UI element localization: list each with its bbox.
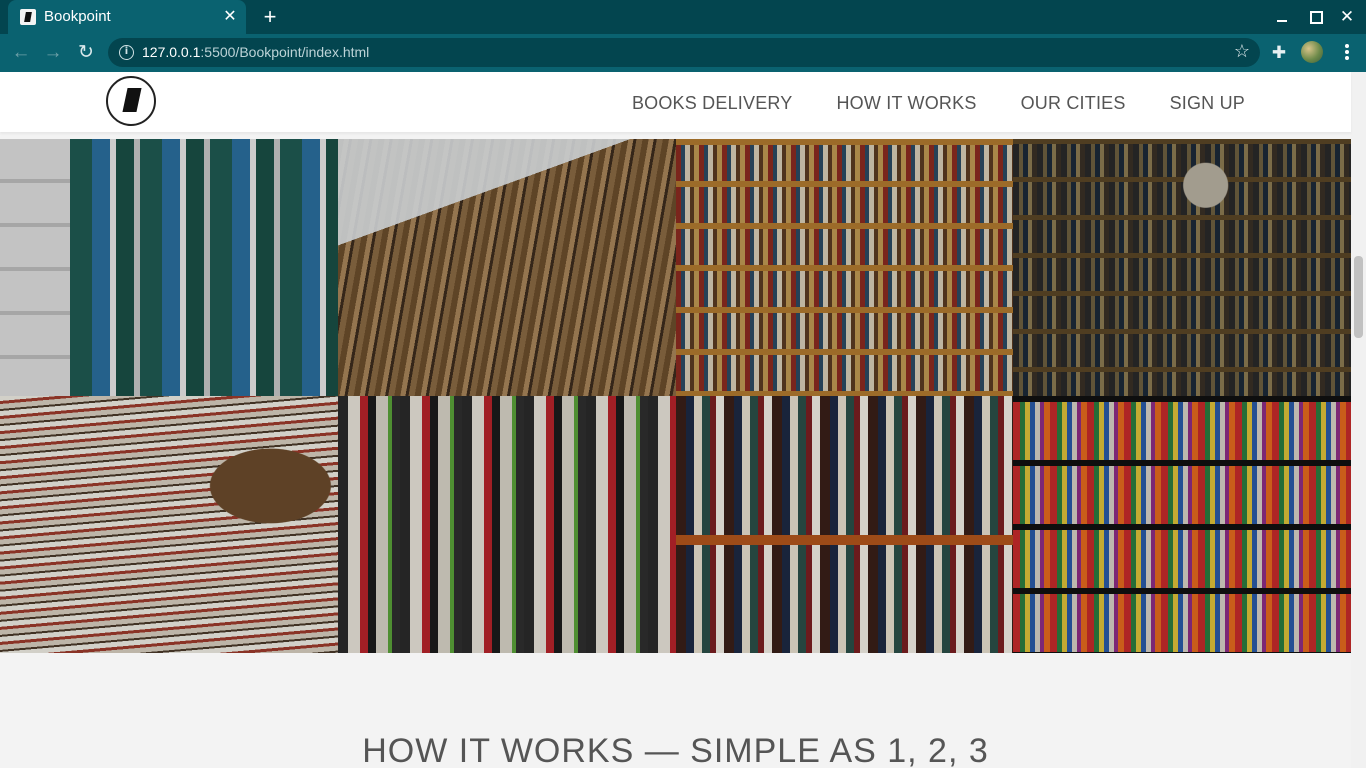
url-host: 127.0.0.1 [142, 44, 201, 60]
page-viewport: BOOKS DELIVERY HOW IT WORKS OUR CITIES S… [0, 72, 1366, 768]
nav-link-how-it-works[interactable]: HOW IT WORKS [836, 93, 976, 114]
minimize-icon[interactable] [1272, 6, 1292, 26]
gallery-photo-shelf-spines [338, 396, 676, 653]
tab-title: Bookpoint [44, 8, 111, 25]
new-tab-icon[interactable]: + [258, 5, 282, 29]
section-title: HOW IT WORKS — SIMPLE AS 1, 2, 3 [362, 732, 989, 768]
tab-close-icon[interactable]: ✕ [220, 7, 240, 27]
extensions-icon[interactable]: ✚ [1268, 42, 1290, 64]
back-icon[interactable]: ← [8, 40, 34, 66]
photo-gallery [0, 139, 1351, 653]
url-path: :5500/Bookpoint/index.html [200, 44, 370, 60]
nav-link-sign-up[interactable]: SIGN UP [1170, 93, 1245, 114]
browser-toolbar: ← → ↻ i 127.0.0.1:5500/Bookpoint/index.h… [0, 34, 1366, 72]
reload-icon[interactable]: ↻ [73, 40, 99, 66]
gallery-photo-book-market-stacks [0, 396, 338, 653]
info-icon[interactable]: i [119, 45, 134, 60]
nav-link-our-cities[interactable]: OUR CITIES [1021, 93, 1126, 114]
browser-tab[interactable]: Bookpoint ✕ [8, 0, 246, 34]
gallery-photo-library-aisle [338, 139, 676, 396]
profile-avatar[interactable] [1301, 41, 1323, 63]
bookpoint-logo[interactable] [106, 76, 156, 126]
forward-icon[interactable]: → [40, 40, 66, 66]
gallery-photo-leather-books-shelf [676, 396, 1013, 653]
gallery-photo-colorful-bookshelf [1013, 396, 1351, 653]
menu-icon[interactable] [1336, 41, 1358, 63]
site-header: BOOKS DELIVERY HOW IT WORKS OUR CITIES S… [0, 72, 1351, 132]
gallery-photo-antique-bookstore [1013, 139, 1351, 396]
url-text[interactable]: 127.0.0.1:5500/Bookpoint/index.html [142, 44, 369, 60]
nav-link-books-delivery[interactable]: BOOKS DELIVERY [632, 93, 793, 114]
gallery-photo-bookshelf-binders [0, 139, 338, 396]
address-bar[interactable]: i 127.0.0.1:5500/Bookpoint/index.html ☆ [108, 38, 1260, 67]
page-scrollbar[interactable] [1351, 72, 1366, 768]
browser-tab-bar: Bookpoint ✕ + ✕ [0, 0, 1366, 34]
window-close-icon[interactable]: ✕ [1336, 6, 1358, 28]
book-icon [122, 88, 142, 112]
maximize-icon[interactable] [1304, 6, 1324, 26]
star-icon[interactable]: ☆ [1234, 41, 1250, 62]
main-nav: BOOKS DELIVERY HOW IT WORKS OUR CITIES S… [632, 93, 1245, 114]
gallery-photo-wooden-bookshelves [676, 139, 1013, 396]
scrollbar-thumb[interactable] [1354, 256, 1363, 338]
favicon-icon [20, 9, 36, 25]
